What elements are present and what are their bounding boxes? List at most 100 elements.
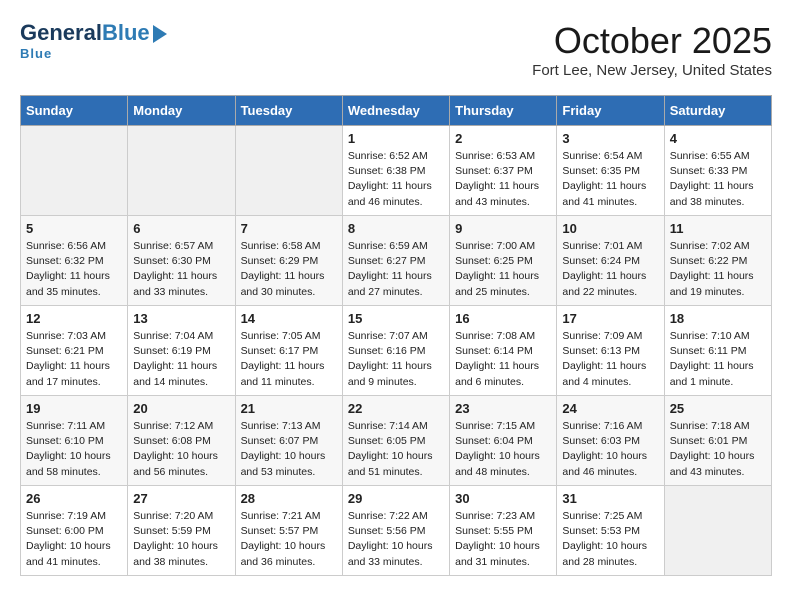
calendar-header: SundayMondayTuesdayWednesdayThursdayFrid…: [21, 96, 772, 126]
calendar-cell: 1 Sunrise: 6:52 AMSunset: 6:38 PMDaylight…: [342, 126, 449, 216]
day-info: Sunrise: 7:18 AMSunset: 6:01 PMDaylight:…: [670, 419, 766, 480]
day-info: Sunrise: 7:11 AMSunset: 6:10 PMDaylight:…: [26, 419, 122, 480]
day-number: 20: [133, 401, 229, 416]
header-day-monday: Monday: [128, 96, 235, 126]
header-day-thursday: Thursday: [450, 96, 557, 126]
calendar-cell: [21, 126, 128, 216]
week-row-4: 19 Sunrise: 7:11 AMSunset: 6:10 PMDayligh…: [21, 396, 772, 486]
day-number: 16: [455, 311, 551, 326]
calendar-cell: 16 Sunrise: 7:08 AMSunset: 6:14 PMDayligh…: [450, 306, 557, 396]
day-number: 18: [670, 311, 766, 326]
calendar-cell: 17 Sunrise: 7:09 AMSunset: 6:13 PMDayligh…: [557, 306, 664, 396]
logo-underline: Blue: [20, 46, 52, 61]
day-info: Sunrise: 6:52 AMSunset: 6:38 PMDaylight:…: [348, 149, 444, 210]
logo-blue: Blue: [102, 20, 150, 46]
day-info: Sunrise: 7:14 AMSunset: 6:05 PMDaylight:…: [348, 419, 444, 480]
day-info: Sunrise: 7:16 AMSunset: 6:03 PMDaylight:…: [562, 419, 658, 480]
day-info: Sunrise: 7:23 AMSunset: 5:55 PMDaylight:…: [455, 509, 551, 570]
header-day-wednesday: Wednesday: [342, 96, 449, 126]
day-info: Sunrise: 7:13 AMSunset: 6:07 PMDaylight:…: [241, 419, 337, 480]
calendar-cell: [664, 486, 771, 576]
day-info: Sunrise: 7:02 AMSunset: 6:22 PMDaylight:…: [670, 239, 766, 300]
location: Fort Lee, New Jersey, United States: [532, 62, 772, 79]
day-number: 30: [455, 491, 551, 506]
day-info: Sunrise: 6:54 AMSunset: 6:35 PMDaylight:…: [562, 149, 658, 210]
day-number: 7: [241, 221, 337, 236]
day-number: 10: [562, 221, 658, 236]
day-number: 11: [670, 221, 766, 236]
calendar-cell: 8Sunrise: 6:59 AMSunset: 6:27 PMDaylight…: [342, 216, 449, 306]
calendar-body: 1 Sunrise: 6:52 AMSunset: 6:38 PMDaylight…: [21, 126, 772, 576]
day-number: 14: [241, 311, 337, 326]
month-title: October 2025: [532, 20, 772, 62]
day-info: Sunrise: 7:03 AMSunset: 6:21 PMDaylight:…: [26, 329, 122, 390]
logo-general: General: [20, 20, 102, 46]
day-number: 1: [348, 131, 444, 146]
calendar-cell: 2Sunrise: 6:53 AMSunset: 6:37 PMDaylight…: [450, 126, 557, 216]
day-info: Sunrise: 6:58 AMSunset: 6:29 PMDaylight:…: [241, 239, 337, 300]
day-info: Sunrise: 7:25 AMSunset: 5:53 PMDaylight:…: [562, 509, 658, 570]
day-info: Sunrise: 7:10 AMSunset: 6:11 PMDaylight:…: [670, 329, 766, 390]
calendar-cell: 23Sunrise: 7:15 AMSunset: 6:04 PMDayligh…: [450, 396, 557, 486]
calendar-cell: 14 Sunrise: 7:05 AMSunset: 6:17 PMDayligh…: [235, 306, 342, 396]
calendar-cell: 24Sunrise: 7:16 AMSunset: 6:03 PMDayligh…: [557, 396, 664, 486]
calendar-cell: 18 Sunrise: 7:10 AMSunset: 6:11 PMDayligh…: [664, 306, 771, 396]
header-day-tuesday: Tuesday: [235, 96, 342, 126]
day-info: Sunrise: 7:19 AMSunset: 6:00 PMDaylight:…: [26, 509, 122, 570]
week-row-2: 5Sunrise: 6:56 AMSunset: 6:32 PMDaylight…: [21, 216, 772, 306]
calendar-cell: 29 Sunrise: 7:22 AMSunset: 5:56 PMDayligh…: [342, 486, 449, 576]
calendar-cell: 5Sunrise: 6:56 AMSunset: 6:32 PMDaylight…: [21, 216, 128, 306]
header-day-friday: Friday: [557, 96, 664, 126]
calendar-cell: 27 Sunrise: 7:20 AMSunset: 5:59 PMDayligh…: [128, 486, 235, 576]
calendar-cell: 25 Sunrise: 7:18 AMSunset: 6:01 PMDayligh…: [664, 396, 771, 486]
calendar-cell: 31 Sunrise: 7:25 AMSunset: 5:53 PMDayligh…: [557, 486, 664, 576]
day-info: Sunrise: 7:08 AMSunset: 6:14 PMDaylight:…: [455, 329, 551, 390]
calendar-cell: 10 Sunrise: 7:01 AMSunset: 6:24 PMDayligh…: [557, 216, 664, 306]
calendar-cell: 12Sunrise: 7:03 AMSunset: 6:21 PMDayligh…: [21, 306, 128, 396]
logo-arrow-icon: [153, 25, 167, 43]
day-info: Sunrise: 7:01 AMSunset: 6:24 PMDaylight:…: [562, 239, 658, 300]
calendar-cell: 13Sunrise: 7:04 AMSunset: 6:19 PMDayligh…: [128, 306, 235, 396]
calendar-table: SundayMondayTuesdayWednesdayThursdayFrid…: [20, 95, 772, 576]
week-row-1: 1 Sunrise: 6:52 AMSunset: 6:38 PMDaylight…: [21, 126, 772, 216]
day-info: Sunrise: 7:09 AMSunset: 6:13 PMDaylight:…: [562, 329, 658, 390]
day-number: 3: [562, 131, 658, 146]
day-info: Sunrise: 7:07 AMSunset: 6:16 PMDaylight:…: [348, 329, 444, 390]
calendar-cell: 20Sunrise: 7:12 AMSunset: 6:08 PMDayligh…: [128, 396, 235, 486]
day-number: 25: [670, 401, 766, 416]
day-info: Sunrise: 7:20 AMSunset: 5:59 PMDaylight:…: [133, 509, 229, 570]
day-info: Sunrise: 6:56 AMSunset: 6:32 PMDaylight:…: [26, 239, 122, 300]
calendar-cell: 21Sunrise: 7:13 AMSunset: 6:07 PMDayligh…: [235, 396, 342, 486]
calendar-cell: [128, 126, 235, 216]
page-header: GeneralBlue Blue October 2025 Fort Lee, …: [20, 20, 772, 79]
title-block: October 2025 Fort Lee, New Jersey, Unite…: [532, 20, 772, 79]
day-info: Sunrise: 7:05 AMSunset: 6:17 PMDaylight:…: [241, 329, 337, 390]
week-row-3: 12Sunrise: 7:03 AMSunset: 6:21 PMDayligh…: [21, 306, 772, 396]
day-number: 15: [348, 311, 444, 326]
header-day-saturday: Saturday: [664, 96, 771, 126]
day-info: Sunrise: 7:00 AMSunset: 6:25 PMDaylight:…: [455, 239, 551, 300]
day-number: 17: [562, 311, 658, 326]
calendar-cell: 4Sunrise: 6:55 AMSunset: 6:33 PMDaylight…: [664, 126, 771, 216]
calendar-cell: 7 Sunrise: 6:58 AMSunset: 6:29 PMDaylight…: [235, 216, 342, 306]
day-info: Sunrise: 7:21 AMSunset: 5:57 PMDaylight:…: [241, 509, 337, 570]
day-number: 27: [133, 491, 229, 506]
day-number: 31: [562, 491, 658, 506]
day-number: 9: [455, 221, 551, 236]
calendar-cell: 15 Sunrise: 7:07 AMSunset: 6:16 PMDayligh…: [342, 306, 449, 396]
day-info: Sunrise: 7:22 AMSunset: 5:56 PMDaylight:…: [348, 509, 444, 570]
week-row-5: 26Sunrise: 7:19 AMSunset: 6:00 PMDayligh…: [21, 486, 772, 576]
calendar-cell: [235, 126, 342, 216]
calendar-cell: 22 Sunrise: 7:14 AMSunset: 6:05 PMDayligh…: [342, 396, 449, 486]
calendar-cell: 3 Sunrise: 6:54 AMSunset: 6:35 PMDaylight…: [557, 126, 664, 216]
day-info: Sunrise: 6:53 AMSunset: 6:37 PMDaylight:…: [455, 149, 551, 210]
day-number: 19: [26, 401, 122, 416]
day-info: Sunrise: 6:55 AMSunset: 6:33 PMDaylight:…: [670, 149, 766, 210]
day-number: 29: [348, 491, 444, 506]
calendar-cell: 6Sunrise: 6:57 AMSunset: 6:30 PMDaylight…: [128, 216, 235, 306]
calendar-cell: 26Sunrise: 7:19 AMSunset: 6:00 PMDayligh…: [21, 486, 128, 576]
day-number: 28: [241, 491, 337, 506]
calendar-cell: 9 Sunrise: 7:00 AMSunset: 6:25 PMDaylight…: [450, 216, 557, 306]
day-number: 22: [348, 401, 444, 416]
header-day-sunday: Sunday: [21, 96, 128, 126]
